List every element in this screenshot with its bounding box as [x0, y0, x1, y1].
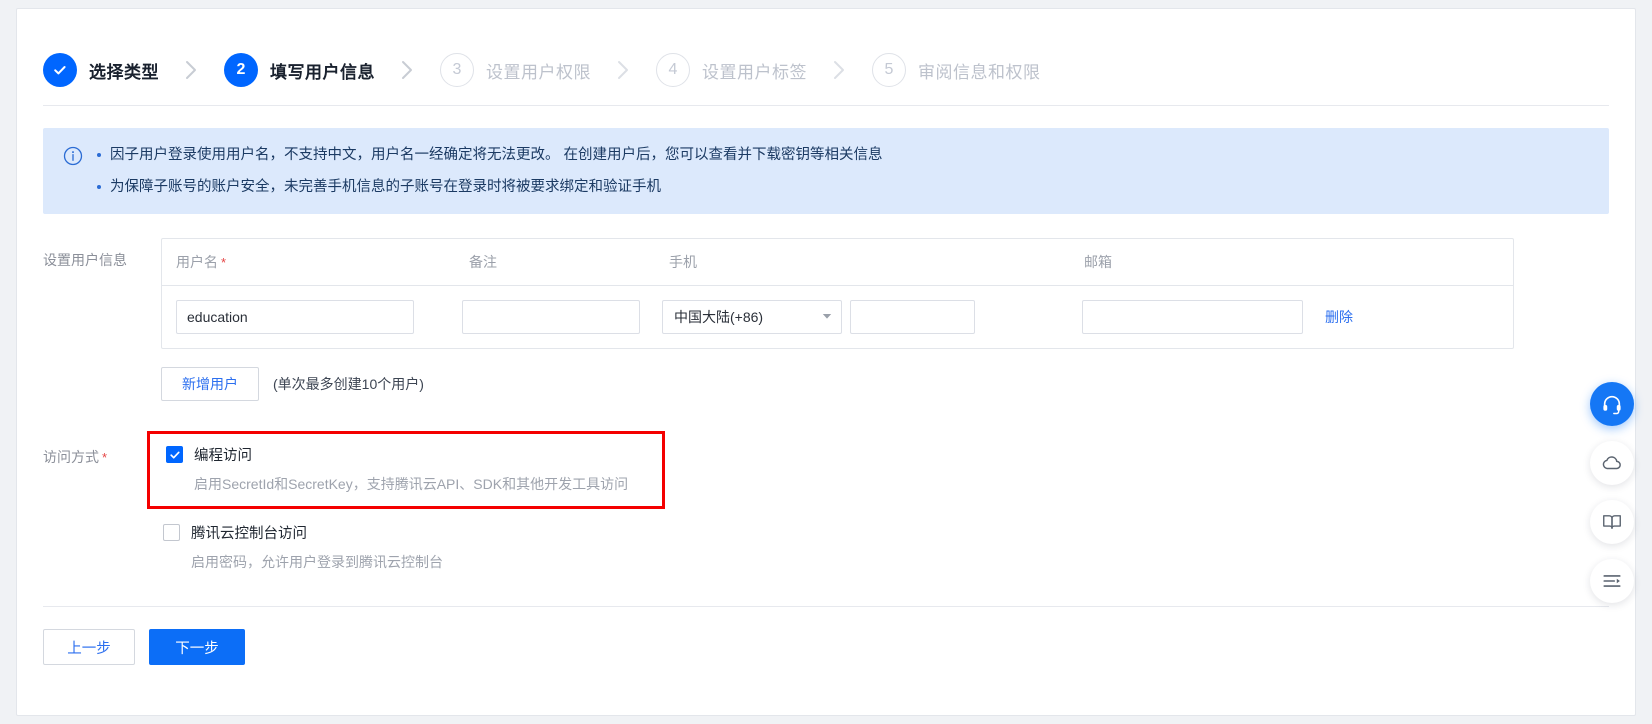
- alert-line-1-text: 因子用户登录使用用户名，不支持中文，用户名一经确定将无法更改。 在创建用户后，您…: [110, 147, 883, 163]
- add-user-row: 新增用户 (单次最多创建10个用户): [161, 367, 1609, 401]
- users-table: 用户名* 备注 手机 邮箱 中国大陆(+86): [161, 238, 1514, 349]
- step-3[interactable]: 3 设置用户权限: [440, 53, 591, 87]
- cloud-icon[interactable]: [1590, 441, 1634, 485]
- step-arrow-1: [185, 60, 198, 80]
- user-info-section-label: 设置用户信息: [43, 252, 127, 268]
- step-2-label: 填写用户信息: [270, 62, 375, 82]
- access-method-section: 访问方式 * 编程访问 启用SecretId和SecretKey，支持腾讯云API…: [17, 431, 1635, 572]
- add-user-hint: (单次最多创建10个用户): [273, 376, 424, 392]
- alert-line-2: 为保障子账号的账户安全，未完善手机信息的子账号在登录时将被要求绑定和验证手机: [97, 176, 1591, 198]
- console-access-checkbox-row[interactable]: 腾讯云控制台访问: [163, 522, 1609, 543]
- programmatic-access-checkbox-row[interactable]: 编程访问: [166, 444, 648, 465]
- step-arrow-2: [401, 60, 414, 80]
- column-header-email: 邮箱: [1084, 254, 1112, 270]
- step-4-label: 设置用户标签: [702, 62, 807, 82]
- email-input[interactable]: [1082, 300, 1303, 334]
- country-code-value: 中国大陆(+86): [674, 309, 764, 325]
- programmatic-access-description: 启用SecretId和SecretKey，支持腾讯云API、SDK和其他开发工具…: [194, 476, 629, 492]
- access-method-label-text: 访问方式: [43, 449, 99, 465]
- column-header-phone: 手机: [669, 254, 697, 270]
- create-user-wizard-page: 选择类型 2 填写用户信息 3 设置用户权限 4 设置用户标签 5 审阅信息和权…: [16, 8, 1636, 716]
- programmatic-access-checkbox[interactable]: [166, 446, 183, 463]
- chevron-down-icon: [822, 313, 832, 322]
- step-1[interactable]: 选择类型: [43, 53, 159, 87]
- step-4-badge: 4: [656, 53, 690, 87]
- step-1-label: 选择类型: [89, 62, 159, 82]
- stepper-divider: [43, 105, 1609, 106]
- bullet-icon: [97, 153, 101, 157]
- wizard-stepper: 选择类型 2 填写用户信息 3 设置用户权限 4 设置用户标签 5 审阅信息和权…: [17, 9, 1635, 105]
- step-5[interactable]: 5 审阅信息和权限: [872, 53, 1041, 87]
- programmatic-access-label: 编程访问: [194, 448, 252, 464]
- docs-book-icon[interactable]: [1590, 500, 1634, 544]
- info-circle-icon: [63, 146, 83, 166]
- column-header-username-text: 用户名: [176, 254, 218, 270]
- step-3-badge: 3: [440, 53, 474, 87]
- step-4[interactable]: 4 设置用户标签: [656, 53, 807, 87]
- step-arrow-4: [833, 60, 846, 80]
- username-input[interactable]: [176, 300, 414, 334]
- console-access-block: 腾讯云控制台访问 启用密码，允许用户登录到腾讯云控制台: [163, 522, 1609, 572]
- alert-line-2-text: 为保障子账号的账户安全，未完善手机信息的子账号在登录时将被要求绑定和验证手机: [110, 179, 661, 195]
- step-3-label: 设置用户权限: [486, 62, 591, 82]
- alert-line-1: 因子用户登录使用用户名，不支持中文，用户名一经确定将无法更改。 在创建用户后，您…: [97, 144, 1591, 166]
- step-5-label: 审阅信息和权限: [918, 62, 1041, 82]
- user-info-section: 设置用户信息 用户名* 备注 手机 邮箱 中国大陆(+86): [17, 238, 1635, 401]
- step-arrow-3: [617, 60, 630, 80]
- step-1-badge-check: [43, 53, 77, 87]
- console-access-description: 启用密码，允许用户登录到腾讯云控制台: [191, 554, 443, 570]
- access-method-field: 编程访问 启用SecretId和SecretKey，支持腾讯云API、SDK和其…: [147, 431, 1609, 572]
- support-headset-icon[interactable]: [1590, 382, 1634, 426]
- add-user-button[interactable]: 新增用户: [161, 367, 259, 401]
- column-header-username: 用户名 *: [176, 252, 469, 272]
- task-list-icon[interactable]: [1590, 559, 1634, 603]
- info-alert: 因子用户登录使用用户名，不支持中文，用户名一经确定将无法更改。 在创建用户后，您…: [43, 128, 1609, 214]
- wizard-footer: 上一步 下一步: [17, 607, 1635, 665]
- access-method-label: 访问方式 *: [43, 435, 161, 572]
- programmatic-access-highlight-box: 编程访问 启用SecretId和SecretKey，支持腾讯云API、SDK和其…: [147, 431, 665, 509]
- previous-step-button[interactable]: 上一步: [43, 629, 135, 665]
- bullet-icon: [97, 185, 101, 189]
- step-2[interactable]: 2 填写用户信息: [224, 53, 375, 87]
- delete-row-link[interactable]: 删除: [1325, 307, 1353, 327]
- console-access-label: 腾讯云控制台访问: [191, 526, 307, 542]
- remark-input[interactable]: [462, 300, 640, 334]
- step-2-badge: 2: [224, 53, 258, 87]
- step-5-badge: 5: [872, 53, 906, 87]
- alert-lines: 因子用户登录使用用户名，不支持中文，用户名一经确定将无法更改。 在创建用户后，您…: [97, 144, 1591, 198]
- floating-action-rail: [1590, 382, 1634, 618]
- column-header-remark: 备注: [469, 254, 497, 270]
- table-row: 中国大陆(+86) 删除: [162, 286, 1513, 348]
- phone-input[interactable]: [850, 300, 975, 334]
- user-info-field: 用户名* 备注 手机 邮箱 中国大陆(+86): [161, 238, 1609, 401]
- required-star: *: [221, 255, 227, 270]
- country-code-select[interactable]: 中国大陆(+86): [662, 300, 842, 334]
- required-star: *: [102, 450, 108, 465]
- users-table-header: 用户名 * 备注 手机 邮箱: [162, 239, 1513, 286]
- console-access-checkbox[interactable]: [163, 524, 180, 541]
- next-step-button[interactable]: 下一步: [149, 629, 245, 665]
